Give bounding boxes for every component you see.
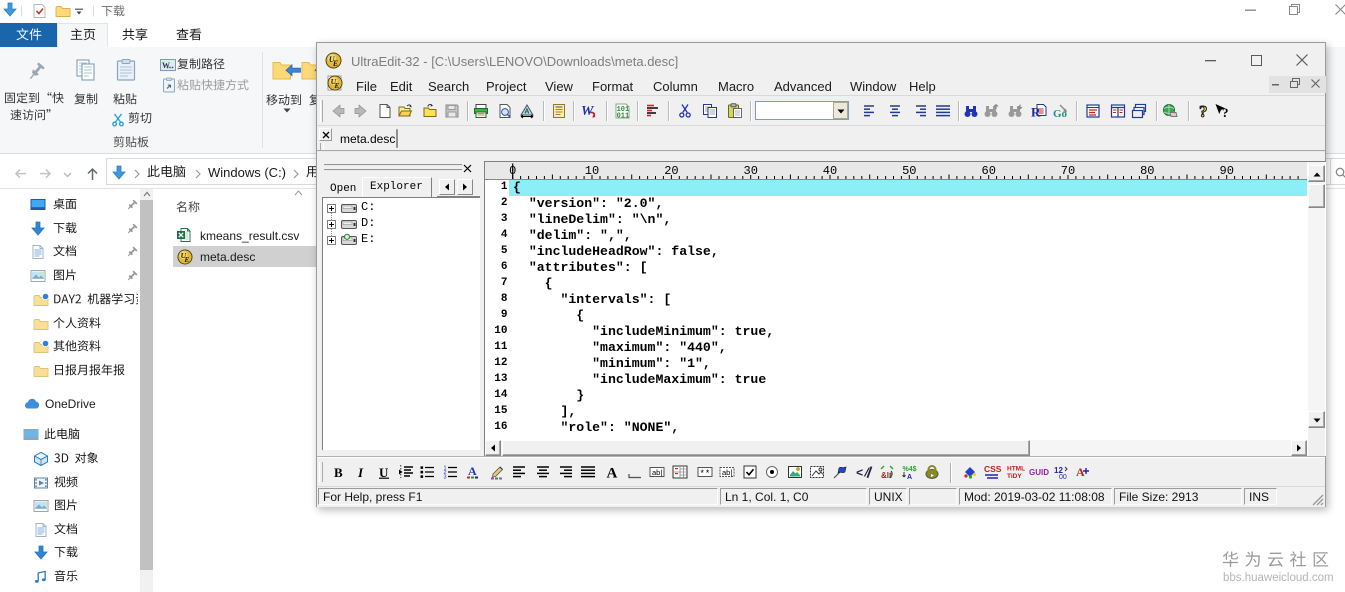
svg-text:ab|: ab| [722,468,732,477]
svg-text:B: B [334,465,343,480]
svg-text:%4$: %4$ [903,466,917,473]
svg-text:A: A [1076,465,1085,479]
svg-text:?: ? [1222,105,1229,120]
svg-text:&lt: &lt [881,471,892,480]
svg-text:80: 80 [1140,164,1154,178]
svg-text:A: A [907,474,912,481]
svg-text:W: W [162,61,170,70]
svg-text:3: 3 [444,475,447,481]
svg-text:70: 70 [1061,164,1075,178]
svg-text:?: ? [1199,102,1208,121]
svg-text:GUID: GUID [1029,468,1049,477]
svg-text:A: A [524,109,529,116]
svg-text:HTML: HTML [1007,466,1025,473]
svg-text:E: E [333,81,339,90]
svg-text:A: A [607,466,618,482]
svg-text:90: 90 [1220,164,1234,178]
svg-text:40: 40 [823,164,837,178]
svg-text:50: 50 [902,164,916,178]
svg-text:00: 00 [1059,474,1067,481]
svg-text:60: 60 [982,164,996,178]
svg-text:I: I [357,465,364,480]
svg-text:ab|: ab| [652,468,662,477]
svg-text:R: R [1031,105,1041,120]
svg-text:A: A [468,464,477,478]
svg-text:CSS: CSS [984,464,1002,474]
svg-text:E: E [332,59,338,68]
svg-text:TiDY: TiDY [1007,473,1022,480]
svg-text:30: 30 [744,164,758,178]
svg-text:**: ** [700,469,711,479]
svg-text:20: 20 [664,164,678,178]
svg-text:10: 10 [585,164,599,178]
svg-text:E: E [183,255,189,264]
svg-text:011: 011 [617,113,630,121]
